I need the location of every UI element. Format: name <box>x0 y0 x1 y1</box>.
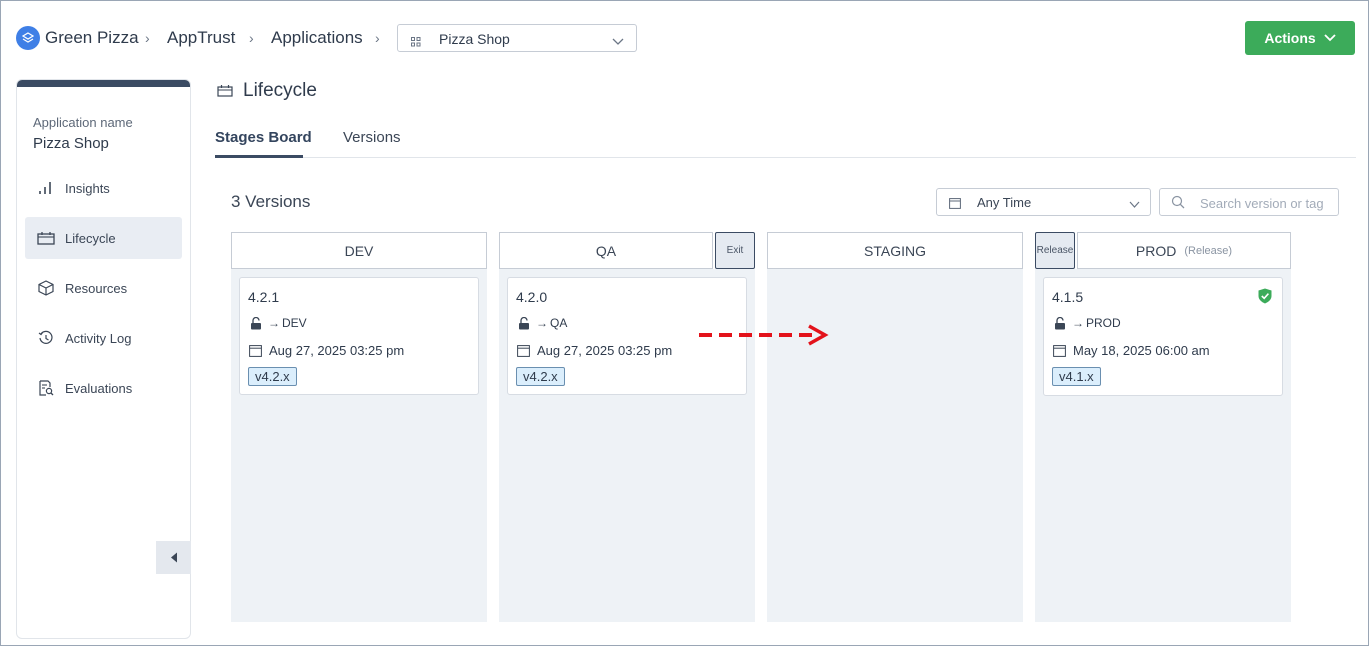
search-box[interactable] <box>1159 188 1339 216</box>
active-tab-indicator <box>215 155 303 158</box>
sidebar-item-label: Activity Log <box>65 330 132 346</box>
search-input[interactable] <box>1200 193 1332 213</box>
created-date: Aug 27, 2025 03:25 pm <box>537 343 673 358</box>
unlock-icon <box>251 316 261 329</box>
time-filter-value: Any Time <box>977 195 1032 210</box>
sidebar-item-label: Insights <box>65 180 110 196</box>
version-card-dev[interactable]: 4.2.1 → DEV Aug 27, 2025 03:25 pm v4.2.x <box>239 277 479 395</box>
application-name: Pizza Shop <box>33 135 109 152</box>
application-name-label: Application name <box>33 115 133 130</box>
stage-name: PROD <box>1086 316 1121 330</box>
created-date: Aug 27, 2025 03:25 pm <box>269 343 405 358</box>
chevron-down-icon <box>1129 196 1140 214</box>
arrow-right-icon: → <box>268 316 280 330</box>
sidebar-item-label: Lifecycle <box>65 230 116 246</box>
sidebar-item-lifecycle[interactable]: Lifecycle <box>25 217 182 259</box>
sidebar-item-evaluations[interactable]: Evaluations <box>25 367 182 409</box>
version-tag[interactable]: v4.1.x <box>1052 367 1101 386</box>
breadcrumb-applications[interactable]: Applications <box>271 28 363 48</box>
actions-button[interactable]: Actions <box>1245 21 1355 55</box>
package-icon <box>37 279 55 297</box>
sidebar-top-strip <box>17 80 190 87</box>
bar-chart-icon <box>37 179 55 197</box>
unlock-icon <box>1055 316 1065 329</box>
app-window: Green Pizza › AppTrust › Applications › … <box>0 0 1369 646</box>
top-bar: Green Pizza › AppTrust › Applications › … <box>1 1 1369 75</box>
stage-line: → DEV <box>250 316 307 330</box>
column-title: DEV <box>344 242 374 259</box>
chevron-down-icon <box>612 33 624 51</box>
org-logo-icon[interactable] <box>16 26 40 50</box>
verified-shield-icon <box>1258 288 1272 309</box>
application-select-value: Pizza Shop <box>439 31 510 47</box>
date-line: Aug 27, 2025 03:25 pm <box>249 343 404 358</box>
date-line: May 18, 2025 06:00 am <box>1053 343 1210 358</box>
tab-versions[interactable]: Versions <box>343 129 401 146</box>
sidebar-collapse-button[interactable] <box>156 541 191 574</box>
column-title: PROD <box>1135 242 1177 259</box>
chevron-right-icon: › <box>375 30 380 46</box>
column-title: QA <box>595 242 617 259</box>
arrow-right-icon: → <box>536 316 548 330</box>
stage-line: → PROD <box>1054 316 1121 330</box>
calendar-icon <box>517 345 530 357</box>
history-icon <box>37 329 55 347</box>
breadcrumb-product[interactable]: AppTrust <box>167 28 235 48</box>
column-title: STAGING <box>864 242 926 259</box>
calendar-icon <box>1053 345 1066 357</box>
sidebar-item-activity-log[interactable]: Activity Log <box>25 317 182 359</box>
version-number: 4.2.1 <box>248 289 280 305</box>
application-select[interactable]: Pizza Shop <box>397 24 637 52</box>
created-date: May 18, 2025 06:00 am <box>1073 343 1210 358</box>
caret-left-icon <box>170 552 177 563</box>
column-header-staging: STAGING <box>767 232 1023 269</box>
column-body-staging <box>767 269 1023 622</box>
actions-button-label: Actions <box>1264 30 1316 46</box>
column-subtitle: (Release) <box>1184 244 1233 257</box>
breadcrumb-org[interactable]: Green Pizza <box>45 28 139 48</box>
sidebar-item-label: Resources <box>65 280 128 296</box>
version-number: 4.2.0 <box>516 289 548 305</box>
column-header-qa: QA <box>499 232 713 269</box>
calendar-icon <box>949 196 961 214</box>
lifecycle-icon <box>37 229 55 247</box>
sidebar-item-insights[interactable]: Insights <box>25 167 182 209</box>
chevron-right-icon: › <box>249 30 254 46</box>
stage-name: DEV <box>282 316 307 330</box>
unlock-icon <box>519 316 529 329</box>
versions-count: 3 Versions <box>231 192 311 211</box>
lifecycle-icon <box>217 84 233 102</box>
search-icon <box>1171 195 1185 214</box>
chevron-down-icon <box>1324 34 1336 42</box>
column-header-prod: PROD (Release) <box>1077 232 1291 269</box>
promotion-arrow-annotation <box>699 324 829 346</box>
tab-bar: Stages Board Versions <box>215 121 1356 158</box>
version-card-prod[interactable]: 4.1.5 → PROD May 18, 2025 06:00 am v4.1.… <box>1043 277 1283 396</box>
column-header-dev: DEV <box>231 232 487 269</box>
chevron-right-icon: › <box>145 30 150 46</box>
version-tag[interactable]: v4.2.x <box>248 367 297 386</box>
time-filter-select[interactable]: Any Time <box>936 188 1151 216</box>
page-title: Lifecycle <box>243 80 317 101</box>
exit-gate-button[interactable]: Exit <box>715 232 755 269</box>
sidebar-item-resources[interactable]: Resources <box>25 267 182 309</box>
version-tag[interactable]: v4.2.x <box>516 367 565 386</box>
app-grid-icon <box>411 34 421 52</box>
tab-stages-board[interactable]: Stages Board <box>215 129 312 146</box>
evaluation-icon <box>37 379 55 397</box>
calendar-icon <box>249 345 262 357</box>
stage-name: QA <box>550 316 568 330</box>
date-line: Aug 27, 2025 03:25 pm <box>517 343 672 358</box>
release-gate-button[interactable]: Release <box>1035 232 1075 269</box>
sidebar-item-label: Evaluations <box>65 380 133 396</box>
stage-line: → QA <box>518 316 567 330</box>
version-number: 4.1.5 <box>1052 289 1084 305</box>
arrow-right-icon: → <box>1072 316 1084 330</box>
